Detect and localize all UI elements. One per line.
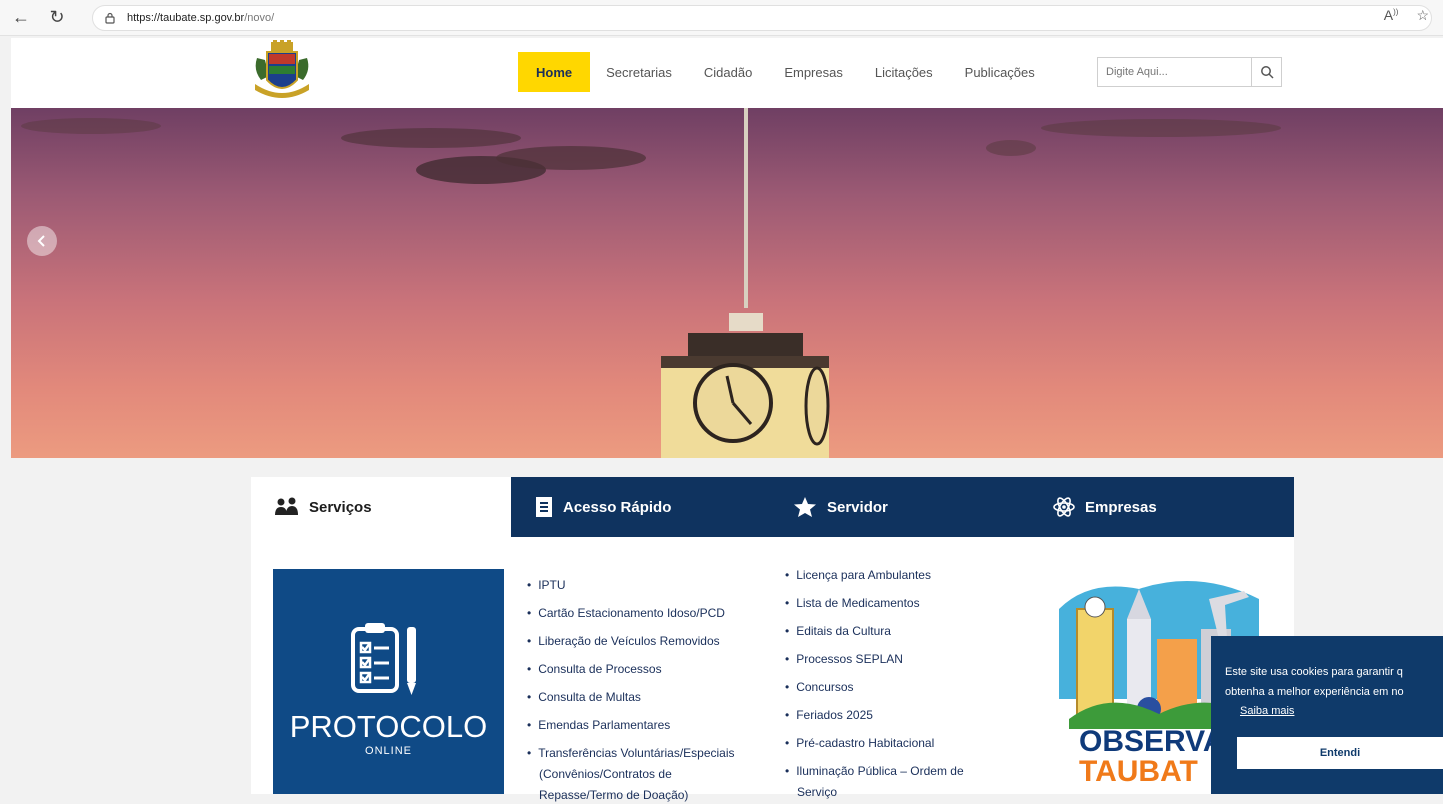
link-transferencias-voluntarias[interactable]: Transferências Voluntárias/Especiais: [527, 744, 734, 762]
observa-title-line1: OBSERVA: [1079, 725, 1225, 758]
cookie-message-line2: obtenha a melhor experiência em no: [1225, 686, 1404, 698]
link-cartao-estacionamento[interactable]: Cartão Estacionamento Idoso/PCD: [527, 604, 725, 622]
favorite-star-icon[interactable]: ☆: [1416, 7, 1429, 24]
cookie-message: Este site usa cookies para garantir q ob…: [1225, 662, 1443, 702]
tab-acesso-rapido[interactable]: Acesso Rápido: [535, 477, 671, 537]
observa-title: OBSERVA TAUBAT: [1079, 727, 1225, 787]
link-feriados-2025[interactable]: Feriados 2025: [785, 706, 873, 724]
read-aloud-icon[interactable]: A)): [1384, 7, 1399, 24]
tab-servidor[interactable]: Servidor: [793, 477, 888, 537]
clipboard-checklist-icon: [351, 623, 416, 695]
link-iptu[interactable]: IPTU: [527, 576, 565, 594]
link-transferencias-voluntarias-line2[interactable]: (Convênios/Contratos de: [527, 765, 672, 783]
chevron-left-icon: [37, 235, 45, 247]
star-icon: [793, 496, 817, 518]
address-bar[interactable]: https://taubate.sp.gov.br/novo/: [92, 5, 1432, 31]
link-lista-medicamentos[interactable]: Lista de Medicamentos: [785, 594, 919, 612]
link-transferencias-voluntarias-line3[interactable]: Repasse/Termo de Doação): [527, 786, 688, 804]
tab-acesso-rapido-label: Acesso Rápido: [563, 498, 672, 516]
lock-icon: [105, 12, 115, 24]
services-panel: Serviços Acesso Rápido Servidor Empresas: [251, 477, 1294, 802]
users-icon: [275, 497, 299, 517]
link-iluminacao-publica-line2[interactable]: Serviço: [785, 783, 837, 801]
back-icon[interactable]: ←: [6, 3, 36, 33]
menu-secretarias[interactable]: Secretarias: [590, 52, 688, 92]
link-editais-cultura[interactable]: Editais da Cultura: [785, 622, 891, 640]
search-button[interactable]: [1251, 58, 1281, 86]
atom-icon: [1053, 496, 1075, 518]
menu-cidadao[interactable]: Cidadão: [688, 52, 768, 92]
link-pre-cadastro-habitacional[interactable]: Pré-cadastro Habitacional: [785, 734, 934, 752]
tab-empresas[interactable]: Empresas: [1053, 477, 1157, 537]
search-box: [1097, 57, 1282, 87]
link-concursos[interactable]: Concursos: [785, 678, 853, 696]
link-iluminacao-publica[interactable]: Iluminação Pública – Ordem de: [785, 762, 963, 780]
reload-icon[interactable]: ↻: [42, 3, 72, 33]
link-liberacao-veiculos[interactable]: Liberação de Veículos Removidos: [527, 632, 719, 650]
search-icon: [1260, 66, 1274, 79]
link-licenca-ambulantes[interactable]: Licença para Ambulantes: [785, 566, 931, 584]
city-crest-logo[interactable]: [249, 40, 315, 104]
clock-tower-image: [21, 108, 1281, 458]
tab-servicos[interactable]: Serviços: [251, 477, 511, 537]
observa-title-line2: TAUBAT: [1079, 755, 1198, 788]
document-icon: [535, 496, 553, 518]
url-path: /novo/: [244, 12, 275, 24]
site-header: Home Secretarias Cidadão Empresas Licita…: [11, 38, 1443, 108]
tab-servidor-label: Servidor: [827, 498, 888, 516]
protocolo-subtitle: ONLINE: [365, 745, 412, 757]
url-host: https://taubate.sp.gov.br: [127, 12, 245, 24]
tab-servicos-label: Serviços: [309, 498, 372, 516]
browser-toolbar: ← ↻ https://taubate.sp.gov.br/novo/ A)) …: [0, 0, 1443, 36]
cookie-learn-more-link[interactable]: Saiba mais: [1240, 705, 1294, 717]
protocolo-online-card[interactable]: PROTOCOLO ONLINE: [273, 569, 504, 794]
menu-publicacoes[interactable]: Publicações: [949, 52, 1051, 92]
cookie-message-line1: Este site usa cookies para garantir q: [1225, 666, 1403, 678]
cookie-accept-button[interactable]: Entendi: [1237, 737, 1443, 769]
search-input[interactable]: [1098, 58, 1251, 86]
hero-carousel: [11, 108, 1443, 458]
link-consulta-multas[interactable]: Consulta de Multas: [527, 688, 641, 706]
main-menu: Home Secretarias Cidadão Empresas Licita…: [518, 52, 1051, 92]
menu-licitacoes[interactable]: Licitações: [859, 52, 949, 92]
link-consulta-processos[interactable]: Consulta de Processos: [527, 660, 661, 678]
link-processos-seplan[interactable]: Processos SEPLAN: [785, 650, 903, 668]
menu-home[interactable]: Home: [518, 52, 591, 92]
tab-empresas-label: Empresas: [1085, 498, 1157, 516]
link-emendas-parlamentares[interactable]: Emendas Parlamentares: [527, 716, 670, 734]
cookie-consent-banner: Este site usa cookies para garantir q ob…: [1211, 636, 1443, 794]
protocolo-title: PROTOCOLO: [289, 709, 488, 744]
menu-empresas[interactable]: Empresas: [768, 52, 859, 92]
carousel-prev-button[interactable]: [27, 226, 57, 256]
